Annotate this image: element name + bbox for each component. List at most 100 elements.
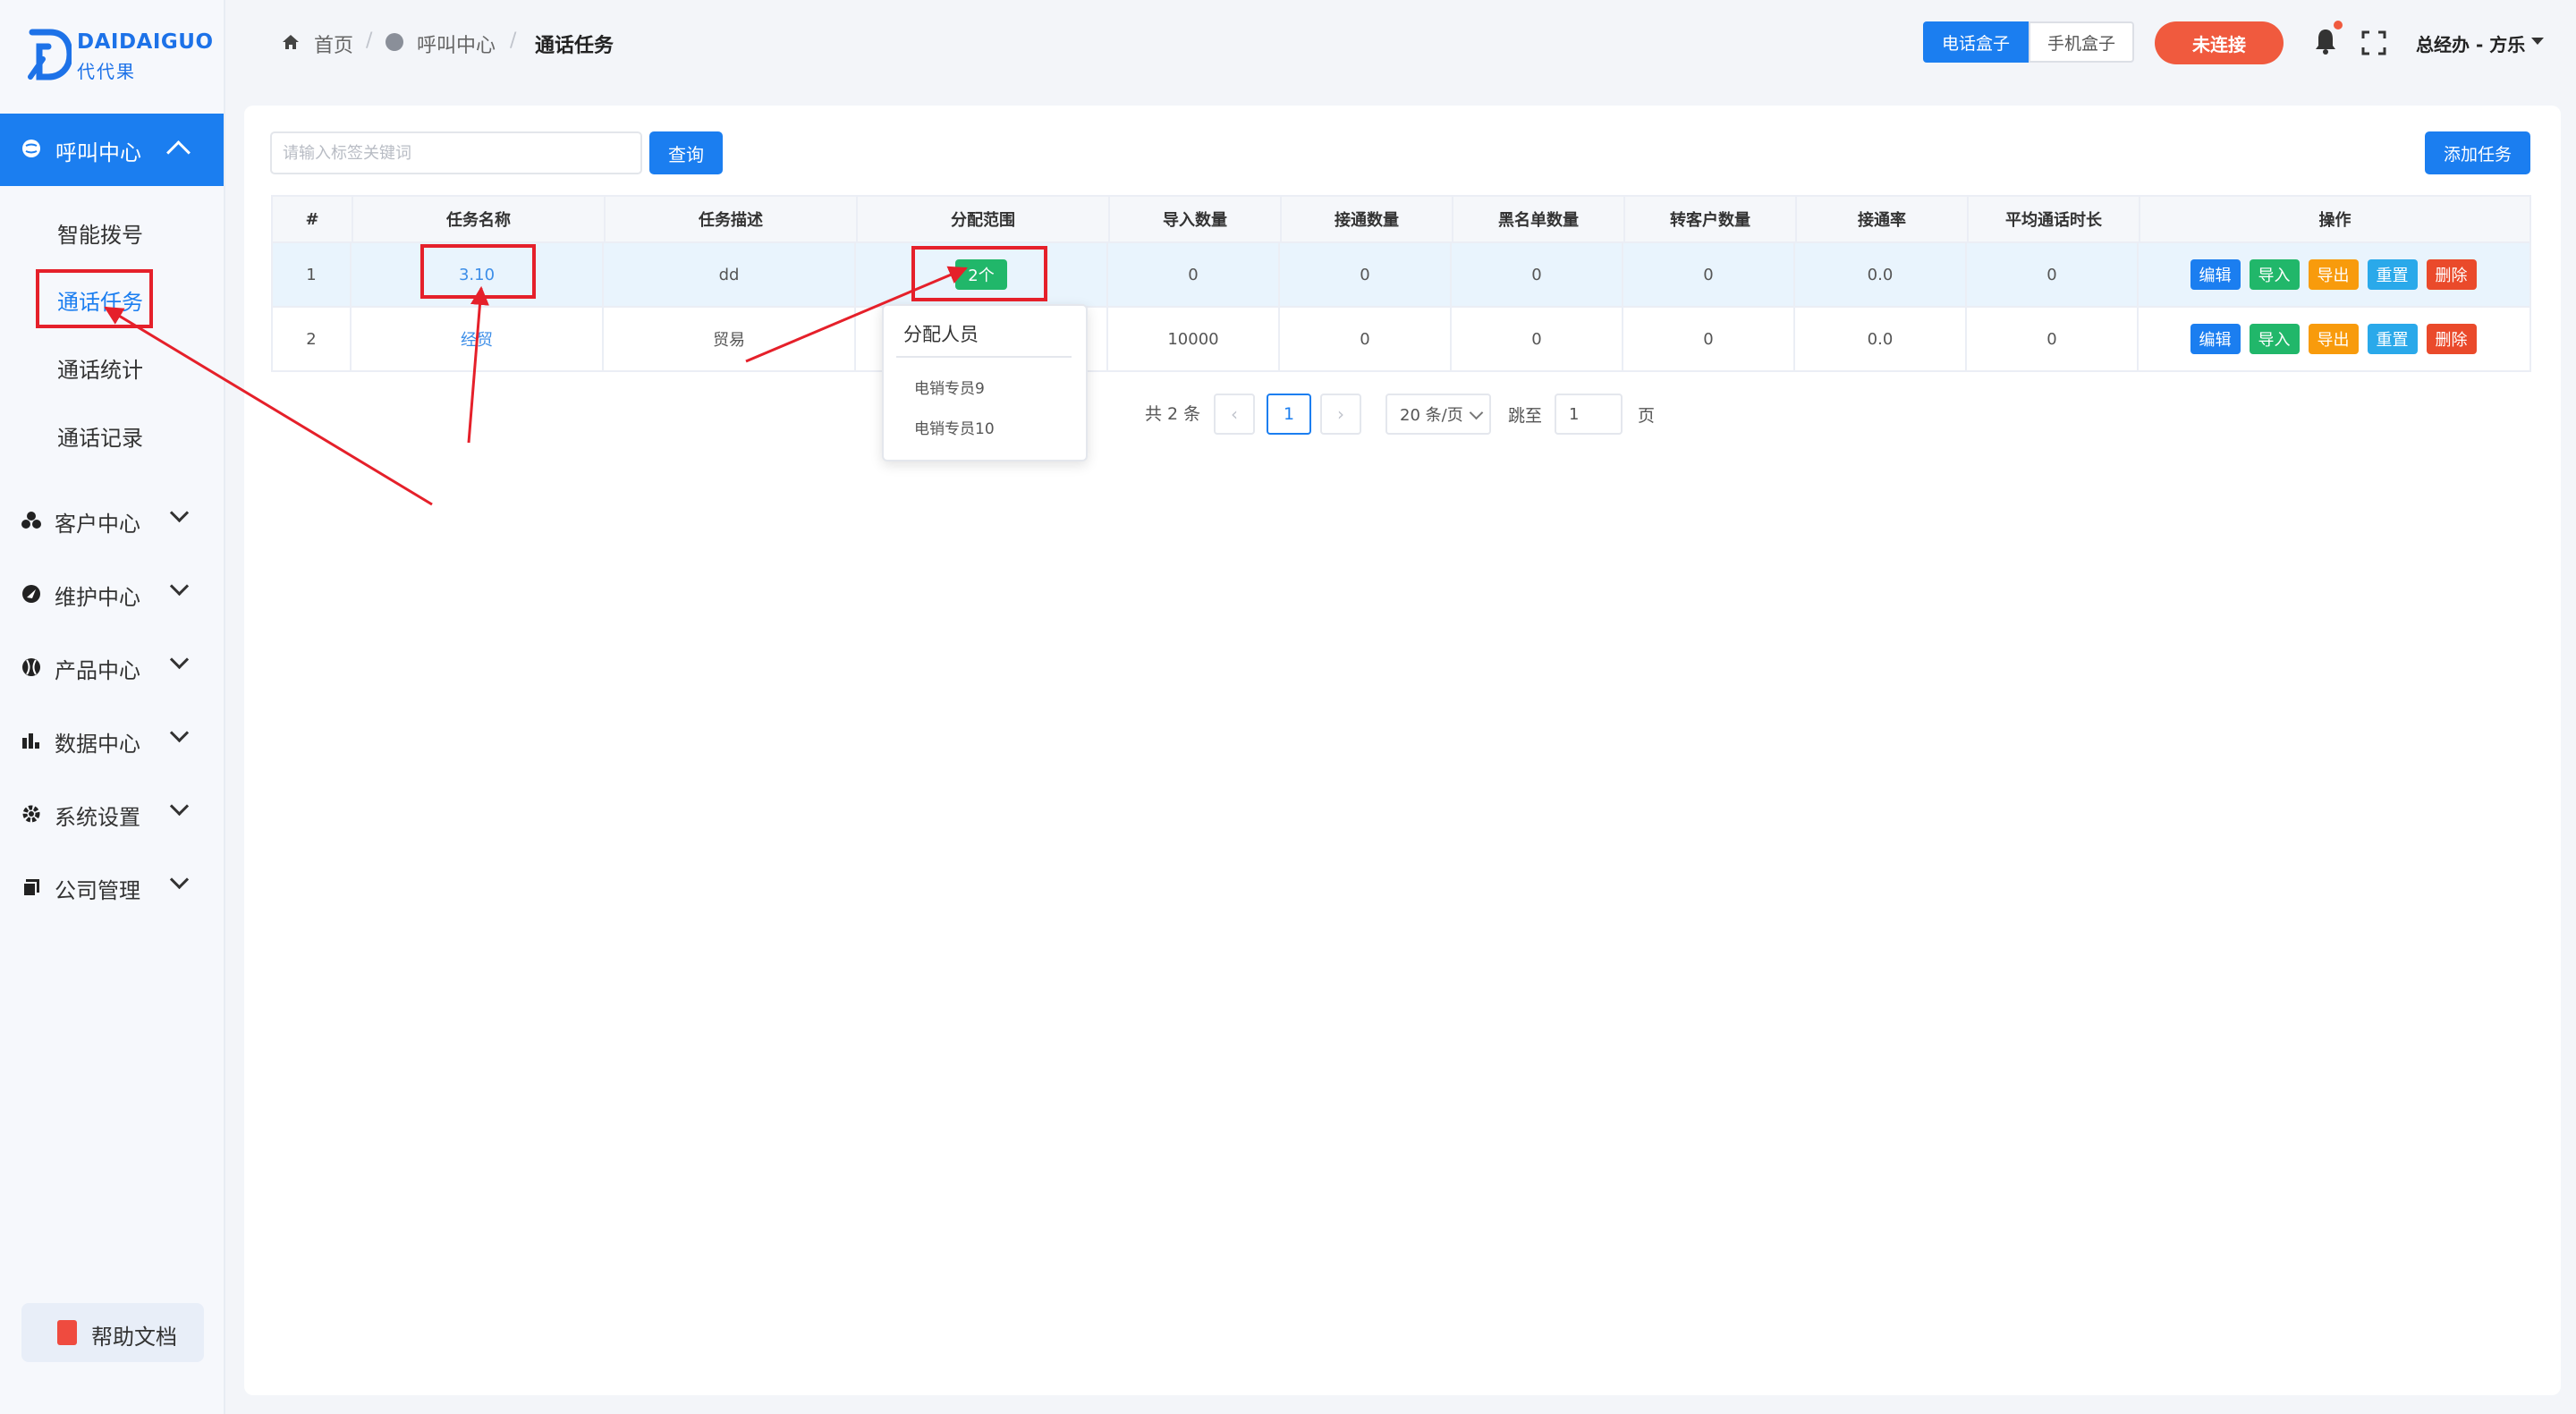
table-row: 1 3.10 dd 2个 0 0 0 0 0.0 0 编辑 导入 导出 重置 删… (271, 243, 2531, 308)
annotation-box (36, 269, 153, 328)
avg-duration: 0 (1967, 243, 2139, 306)
import-button[interactable]: 导入 (2249, 259, 2300, 290)
notification-dot (2334, 21, 2343, 30)
column-header: 导入数量 (1110, 197, 1282, 241)
chevron-down-icon (1469, 405, 1484, 420)
delete-button[interactable]: 删除 (2426, 324, 2477, 354)
gear-icon (22, 805, 40, 823)
customer-icon (21, 512, 41, 529)
connected-count: 0 (1280, 243, 1452, 306)
menu-group-maintenance[interactable]: 维护中心 (0, 567, 224, 621)
search-input[interactable] (270, 131, 642, 174)
menu-group-label: 产品中心 (55, 658, 140, 683)
avg-duration: 0 (1967, 308, 2139, 370)
annotation-box (911, 246, 1047, 301)
chevron-down-icon (169, 649, 190, 670)
bell-icon[interactable] (2313, 27, 2338, 55)
goto-label: 跳至 (1508, 406, 1543, 426)
product-icon (22, 658, 40, 676)
help-doc-button[interactable]: 帮助文档 (21, 1303, 204, 1362)
breadcrumb-section[interactable]: 呼叫中心 (417, 30, 496, 58)
user-name[interactable]: 总经办 - 方乐 (2416, 30, 2525, 56)
popover-item: 电销专员10 (914, 420, 995, 438)
sidebar-item-smart-dial[interactable]: 智能拨号 (57, 217, 143, 249)
call-center-icon (386, 33, 403, 51)
column-header: 接通率 (1797, 197, 1969, 241)
edit-button[interactable]: 编辑 (2190, 259, 2241, 290)
popover-divider (896, 356, 1072, 358)
chevron-down-icon (169, 576, 190, 597)
menu-group-label: 公司管理 (55, 878, 140, 903)
table-header: # 任务名称 任务描述 分配范围 导入数量 接通数量 黑名单数量 转客户数量 接… (271, 195, 2531, 243)
page-number[interactable]: 1 (1267, 394, 1311, 435)
imported-count: 0 (1108, 243, 1280, 306)
logo-mark-icon (28, 29, 72, 80)
breadcrumb-home[interactable]: 首页 (314, 30, 353, 58)
menu-group-label: 系统设置 (55, 805, 140, 830)
menu-group-label: 维护中心 (55, 585, 140, 610)
help-doc-label: 帮助文档 (91, 1325, 177, 1350)
page-size-select[interactable]: 20 条/页 (1385, 394, 1491, 435)
task-name-link[interactable]: 经贸 (461, 327, 493, 351)
page-size-value: 20 条/页 (1400, 406, 1463, 425)
row-actions: 编辑 导入 导出 重置 删除 (2139, 243, 2528, 306)
delete-button[interactable]: 删除 (2426, 259, 2477, 290)
blacklist-count: 0 (1452, 308, 1623, 370)
goto-page-input[interactable]: 1 (1555, 394, 1623, 435)
call-center-icon (22, 140, 40, 157)
query-button[interactable]: 查询 (649, 131, 723, 174)
column-header: # (273, 197, 353, 241)
task-name-cell: 经贸 (352, 308, 604, 370)
breadcrumb-current: 通话任务 (535, 35, 614, 57)
add-task-button[interactable]: 添加任务 (2425, 131, 2530, 174)
breadcrumb-separator: / (366, 30, 373, 52)
chevron-down-icon (169, 503, 190, 523)
menu-group-product[interactable]: 产品中心 (0, 640, 224, 694)
column-header: 任务名称 (353, 197, 606, 241)
export-button[interactable]: 导出 (2308, 259, 2359, 290)
page-suffix: 页 (1638, 406, 1656, 426)
sidebar: DAIDAIGUO 代代果 呼叫中心 智能拨号 通话任务 通话统计 通话记录 客… (0, 0, 225, 1414)
column-header: 转客户数量 (1625, 197, 1797, 241)
logo[interactable]: DAIDAIGUO 代代果 (27, 27, 213, 84)
converted-count: 0 (1623, 308, 1795, 370)
reset-button[interactable]: 重置 (2367, 324, 2418, 354)
export-button[interactable]: 导出 (2308, 324, 2359, 354)
popover-title: 分配人员 (903, 324, 979, 345)
chevron-down-icon (169, 723, 190, 743)
column-header: 分配范围 (858, 197, 1110, 241)
edit-button[interactable]: 编辑 (2190, 324, 2241, 354)
company-icon (22, 879, 39, 897)
connect-rate: 0.0 (1795, 308, 1967, 370)
menu-group-data[interactable]: 数据中心 (0, 714, 224, 767)
connection-status-button[interactable]: 未连接 (2155, 21, 2284, 64)
sidebar-item-call-records[interactable]: 通话记录 (57, 420, 143, 452)
converted-count: 0 (1623, 243, 1795, 306)
menu-group-settings[interactable]: 系统设置 (0, 787, 224, 841)
data-icon (22, 733, 39, 749)
fullscreen-icon[interactable] (2361, 30, 2386, 55)
column-header: 任务描述 (606, 197, 858, 241)
assignee-popover: 分配人员 电销专员9 电销专员10 (882, 304, 1088, 461)
column-header: 平均通话时长 (1969, 197, 2140, 241)
import-button[interactable]: 导入 (2249, 324, 2300, 354)
row-actions: 编辑 导入 导出 重置 删除 (2139, 308, 2528, 370)
maintenance-icon (22, 585, 40, 603)
chevron-down-icon (169, 796, 190, 817)
menu-group-call-center[interactable]: 呼叫中心 (0, 114, 224, 186)
menu-group-customer[interactable]: 客户中心 (0, 494, 224, 547)
annotation-box (420, 244, 536, 299)
caret-down-icon[interactable] (2531, 38, 2544, 45)
reset-button[interactable]: 重置 (2367, 259, 2418, 290)
help-doc-icon (57, 1320, 77, 1345)
prev-page-button[interactable]: ‹ (1214, 394, 1255, 435)
menu-group-label: 数据中心 (55, 732, 140, 757)
row-index: 2 (273, 308, 352, 370)
phone-box-button[interactable]: 电话盒子 (1923, 21, 2029, 63)
next-page-button[interactable]: › (1320, 394, 1361, 435)
mobile-box-button[interactable]: 手机盒子 (2029, 21, 2134, 63)
row-index: 1 (273, 243, 352, 306)
column-header: 黑名单数量 (1453, 197, 1625, 241)
menu-group-company[interactable]: 公司管理 (0, 860, 224, 914)
sidebar-item-call-stats[interactable]: 通话统计 (57, 352, 143, 384)
